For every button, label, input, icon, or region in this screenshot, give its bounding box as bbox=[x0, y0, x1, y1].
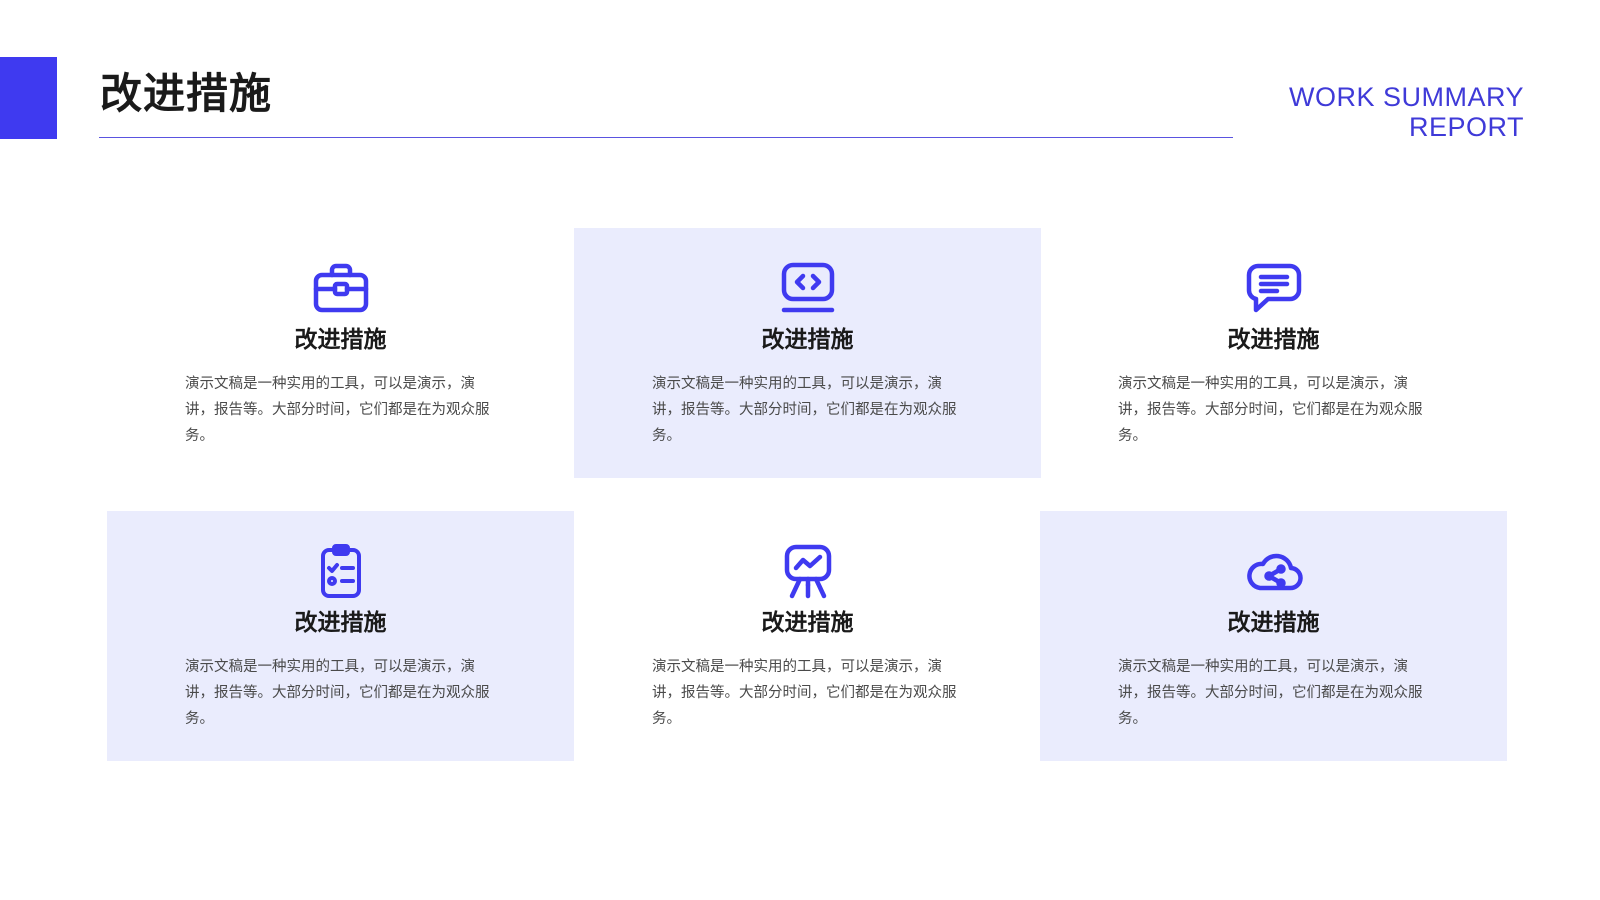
card-title: 改进措施 bbox=[1227, 327, 1320, 353]
card-4: 改进措施 演示文稿是一种实用的工具，可以是演示，演讲，报告等。大部分时间，它们都… bbox=[107, 511, 574, 761]
card-title: 改进措施 bbox=[294, 327, 387, 353]
title-divider bbox=[99, 137, 1233, 138]
card-description: 演示文稿是一种实用的工具，可以是演示，演讲，报告等。大部分时间，它们都是在为观众… bbox=[1118, 659, 1423, 727]
card-5: 改进措施 演示文稿是一种实用的工具，可以是演示，演讲，报告等。大部分时间，它们都… bbox=[574, 511, 1041, 761]
card-description: 演示文稿是一种实用的工具，可以是演示，演讲，报告等。大部分时间，它们都是在为观众… bbox=[652, 659, 957, 727]
briefcase-icon bbox=[311, 258, 371, 318]
chat-bubble-icon bbox=[1244, 258, 1304, 318]
code-screen-icon bbox=[778, 258, 838, 318]
brand-label: WORK SUMMARY REPORT bbox=[1289, 82, 1524, 142]
card-6: 改进措施 演示文稿是一种实用的工具，可以是演示，演讲，报告等。大部分时间，它们都… bbox=[1040, 511, 1507, 761]
accent-block bbox=[0, 57, 57, 139]
brand-line-1: WORK SUMMARY bbox=[1288, 82, 1524, 112]
card-description: 演示文稿是一种实用的工具，可以是演示，演讲，报告等。大部分时间，它们都是在为观众… bbox=[652, 376, 957, 444]
card-title: 改进措施 bbox=[1227, 610, 1320, 636]
card-description: 演示文稿是一种实用的工具，可以是演示，演讲，报告等。大部分时间，它们都是在为观众… bbox=[185, 659, 490, 727]
card-description: 演示文稿是一种实用的工具，可以是演示，演讲，报告等。大部分时间，它们都是在为观众… bbox=[1118, 376, 1423, 444]
page-title: 改进措施 bbox=[100, 69, 273, 118]
card-title: 改进措施 bbox=[761, 610, 854, 636]
brand-line-2: REPORT bbox=[1408, 112, 1524, 142]
card-1: 改进措施 演示文稿是一种实用的工具，可以是演示，演讲，报告等。大部分时间，它们都… bbox=[107, 228, 574, 478]
presentation-board-icon bbox=[778, 541, 838, 601]
clipboard-checklist-icon bbox=[311, 541, 371, 601]
cloud-share-icon bbox=[1244, 541, 1304, 601]
card-description: 演示文稿是一种实用的工具，可以是演示，演讲，报告等。大部分时间，它们都是在为观众… bbox=[185, 376, 490, 444]
card-title: 改进措施 bbox=[294, 610, 387, 636]
card-2: 改进措施 演示文稿是一种实用的工具，可以是演示，演讲，报告等。大部分时间，它们都… bbox=[574, 228, 1041, 478]
card-3: 改进措施 演示文稿是一种实用的工具，可以是演示，演讲，报告等。大部分时间，它们都… bbox=[1040, 228, 1507, 478]
card-title: 改进措施 bbox=[761, 327, 854, 353]
